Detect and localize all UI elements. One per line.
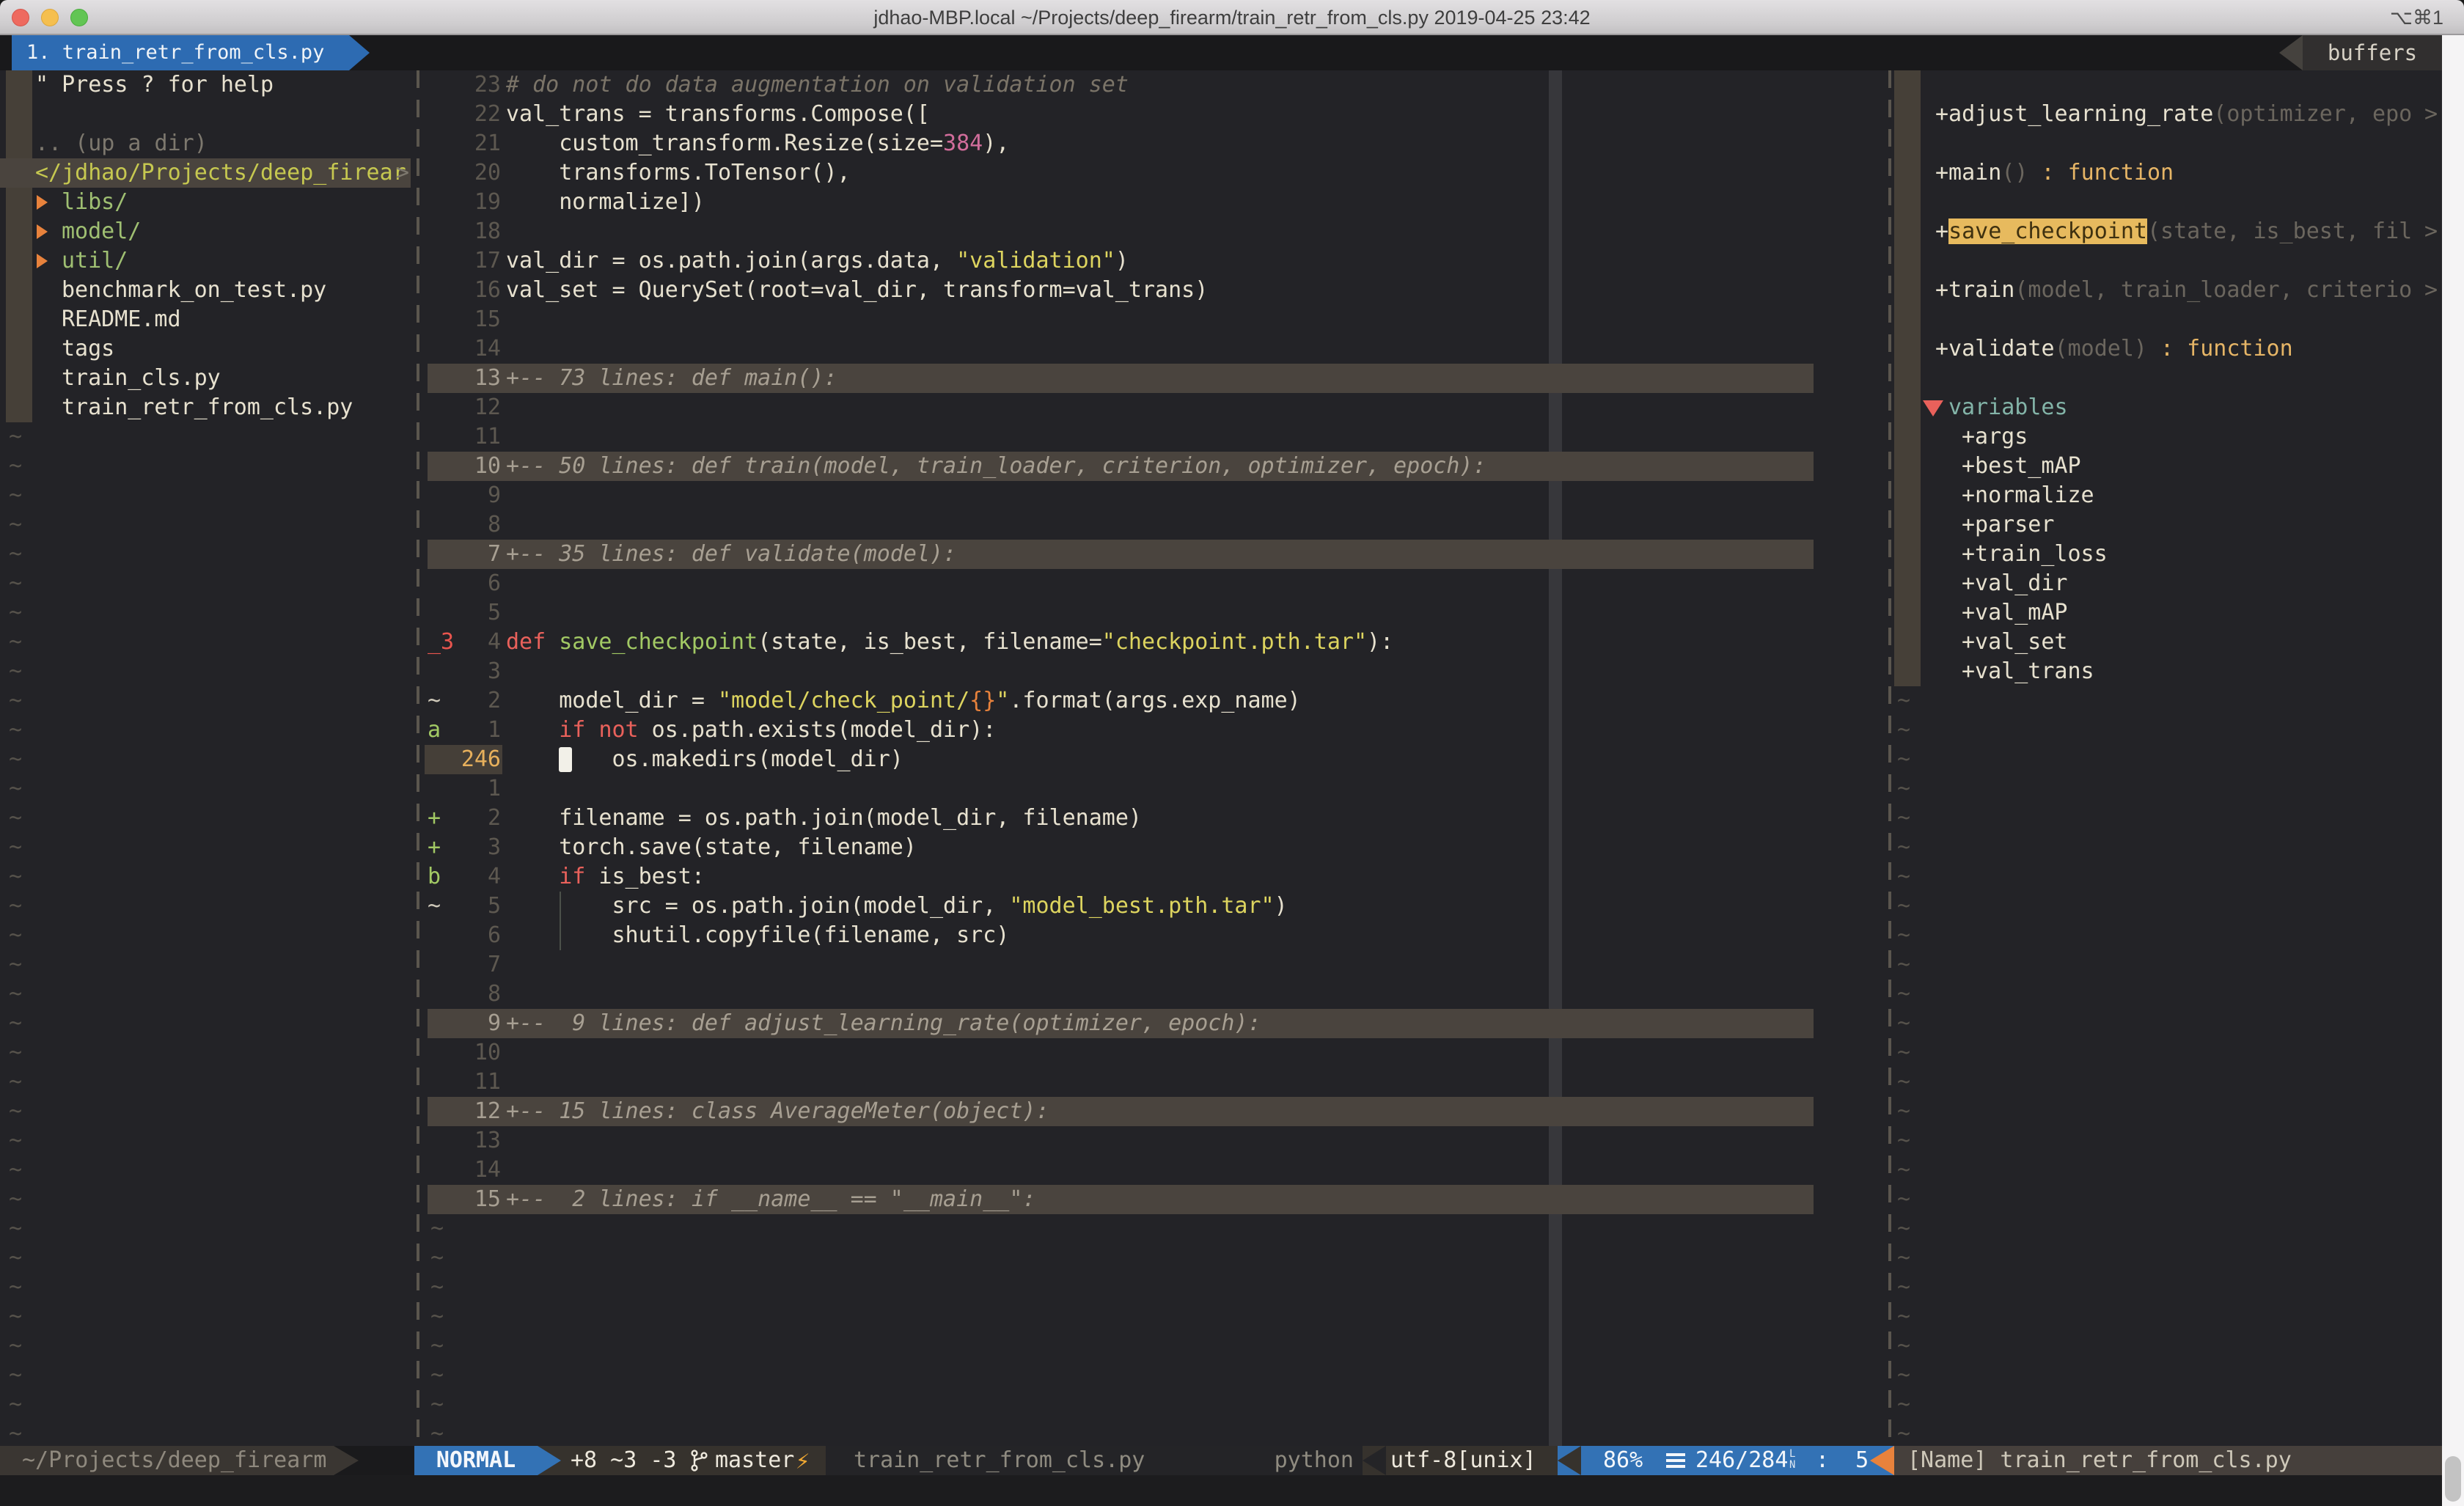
- empty-line-tilde: ~: [0, 892, 2464, 921]
- tagbar-item: [0, 129, 2464, 158]
- iterm-window: jdhao-MBP.local ~/Projects/deep_firearm/…: [0, 0, 2464, 1506]
- tagbar-kind-variables[interactable]: variables: [0, 393, 2464, 422]
- empty-line-tilde: ~: [0, 1361, 2464, 1390]
- fold-open-arrow-icon[interactable]: [1923, 400, 1943, 416]
- tagbar-tag-save_checkpoint[interactable]: +save_checkpoint(state, is_best, fil>: [0, 217, 2464, 246]
- statusline-position-segment: 86% 246/284 LN : 5: [1558, 1446, 1894, 1475]
- statusline-filetype: python: [1275, 1446, 1354, 1475]
- cursor-column: : 5: [1816, 1446, 1869, 1475]
- line-number-icon: LN: [1789, 1449, 1795, 1471]
- tagbar-var-normalize[interactable]: +normalize: [0, 481, 2464, 510]
- tagbar-var-val_set[interactable]: +val_set: [0, 628, 2464, 657]
- empty-line-tilde: ~: [0, 774, 2464, 804]
- empty-line-tilde: ~: [0, 1097, 2464, 1126]
- tagbar-var-parser[interactable]: +parser: [0, 510, 2464, 540]
- vim-tabline: 1. train_retr_from_cls.py buffers: [0, 35, 2464, 70]
- empty-line-tilde: ~: [0, 980, 2464, 1009]
- scrollbar-track[interactable]: [2442, 35, 2464, 1506]
- lines-icon: [1666, 1453, 1685, 1468]
- empty-line-tilde: ~: [0, 1038, 2464, 1068]
- scrollbar-thumb[interactable]: [2445, 1456, 2461, 1502]
- empty-line-tilde: ~: [0, 1302, 2464, 1331]
- statusline-git-segment: +8 ~3 -3 master ⚡: [538, 1446, 826, 1475]
- chevron-left-icon: [2279, 35, 2303, 70]
- tagbar-item: [0, 305, 2464, 334]
- window-shortcut-badge: ⌥⌘1: [2390, 0, 2443, 35]
- powerline-arrow-icon: [334, 1446, 359, 1475]
- buffers-label: buffers: [2303, 35, 2442, 70]
- editor-area: " Press ? for help.. (up a dir)</jdhao/P…: [0, 70, 2464, 1446]
- tagbar-var-val_trans[interactable]: +val_trans: [0, 657, 2464, 686]
- git-stats: +8 ~3 -3: [571, 1446, 677, 1475]
- empty-line-tilde: ~: [0, 804, 2464, 833]
- cursor-position: 246/284: [1695, 1446, 1788, 1475]
- tagbar-item: [0, 70, 2464, 100]
- tagbar-statusline: [Name] train_retr_from_cls.py: [1894, 1446, 2442, 1475]
- statusline-tree-path: ~/Projects/deep_firearm: [0, 1446, 334, 1475]
- tagbar-item: [0, 246, 2464, 276]
- empty-line-tilde: ~: [0, 1126, 2464, 1156]
- tagbar-tag-adjust_learning_rate[interactable]: +adjust_learning_rate(optimizer, epo>: [0, 100, 2464, 129]
- empty-line-tilde: ~: [0, 1214, 2464, 1244]
- tagbar-item: [0, 364, 2464, 393]
- tagbar-item: [0, 188, 2464, 217]
- empty-line-tilde: ~: [0, 833, 2464, 862]
- powerline-arrow-icon: [538, 1446, 561, 1475]
- git-branch-icon: [688, 1449, 710, 1472]
- git-branch-name: master: [715, 1446, 794, 1475]
- empty-line-tilde: ~: [0, 862, 2464, 892]
- empty-line-tilde: ~: [0, 1156, 2464, 1185]
- empty-line-tilde: ~: [0, 1068, 2464, 1097]
- tab-train-retr-from-cls[interactable]: 1. train_retr_from_cls.py: [12, 35, 349, 70]
- command-line[interactable]: [0, 1475, 2464, 1506]
- window-separator-left[interactable]: [417, 70, 419, 1446]
- statusline-filename: train_retr_from_cls.py: [854, 1446, 1145, 1475]
- vim-mode-indicator: NORMAL: [414, 1446, 538, 1475]
- empty-line-tilde: ~: [0, 1390, 2464, 1419]
- powerline-arrow-icon: [1363, 1446, 1386, 1475]
- window-titlebar: jdhao-MBP.local ~/Projects/deep_firearm/…: [0, 0, 2464, 35]
- window-separator-right[interactable]: [1888, 70, 1891, 1446]
- empty-line-tilde: ~: [0, 1273, 2464, 1302]
- tagbar-var-train_loss[interactable]: +train_loss: [0, 540, 2464, 569]
- powerline-arrow-orange-icon: [1870, 1446, 1894, 1475]
- statusline-file-segment: train_retr_from_cls.py python: [826, 1446, 1363, 1475]
- statusline: ~/Projects/deep_firearm +8 ~3 -3 master …: [0, 1446, 2464, 1475]
- empty-line-tilde: ~: [0, 686, 2464, 716]
- empty-line-tilde: ~: [0, 1185, 2464, 1214]
- empty-line-tilde: ~: [0, 745, 2464, 774]
- empty-line-tilde: ~: [0, 1331, 2464, 1361]
- dirty-flag-icon: ⚡: [796, 1446, 810, 1475]
- tagbar-tag-train[interactable]: +train(model, train_loader, criterio>: [0, 276, 2464, 305]
- empty-line-tilde: ~: [0, 1244, 2464, 1273]
- tagbar-tag-main[interactable]: +main() : function: [0, 158, 2464, 188]
- tagbar-var-val_mAP[interactable]: +val_mAP: [0, 598, 2464, 628]
- window-title: jdhao-MBP.local ~/Projects/deep_firearm/…: [0, 0, 2464, 35]
- empty-line-tilde: ~: [0, 921, 2464, 950]
- empty-line-tilde: ~: [0, 1419, 2464, 1446]
- empty-line-tilde: ~: [0, 1009, 2464, 1038]
- tagbar-var-best_mAP[interactable]: +best_mAP: [0, 452, 2464, 481]
- tagbar-var-args[interactable]: +args: [0, 422, 2464, 452]
- scroll-percent: 86%: [1603, 1446, 1643, 1475]
- empty-line-tilde: ~: [0, 716, 2464, 745]
- tagbar-tag-validate[interactable]: +validate(model) : function: [0, 334, 2464, 364]
- statusline-encoding: utf-8[unix]: [1363, 1446, 1558, 1475]
- tab-arrow-icon: [349, 35, 370, 70]
- tagbar-var-val_dir[interactable]: +val_dir: [0, 569, 2464, 598]
- powerline-arrow-icon: [1558, 1446, 1581, 1475]
- empty-line-tilde: ~: [0, 950, 2464, 980]
